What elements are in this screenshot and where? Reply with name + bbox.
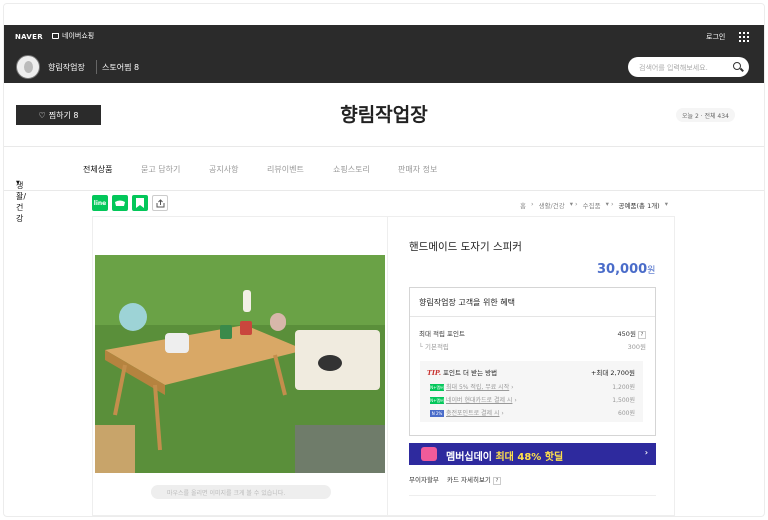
login-link[interactable]: 로그인 — [706, 32, 725, 42]
bookmark-icon[interactable] — [132, 195, 148, 211]
shopping-bag-icon — [52, 33, 59, 39]
share-icon[interactable] — [152, 195, 168, 211]
menu-item-seller-info[interactable]: 판매자 정보 — [398, 164, 437, 175]
tip-item[interactable]: N+멤버십네이버 현대카드로 결제 시 › 1,500원 — [430, 395, 635, 410]
zzim-button[interactable]: ♡ 찜하기 8 — [16, 105, 101, 125]
zzim-button-label: 찜하기 8 — [48, 110, 79, 120]
product-card: 마우스를 올리면 이미지를 크게 볼 수 있습니다. 핸드메이드 도자기 스피커… — [92, 216, 675, 516]
share-tools: line — [92, 195, 168, 211]
help-icon: ? — [493, 477, 501, 485]
chevron-down-icon: ▼ — [16, 180, 20, 186]
divider — [96, 60, 97, 74]
heart-plus-icon: ♡ — [38, 110, 46, 120]
gift-icon — [421, 447, 437, 461]
help-icon[interactable]: ? — [638, 331, 646, 339]
menu-item-qna[interactable]: 묻고 답하기 — [141, 164, 180, 175]
chevron-right-icon: › — [644, 448, 648, 457]
global-nav: NAVER 네이버쇼핑 로그인 향림작업장 스토어찜 8 검색어를 입력해보세요… — [4, 25, 764, 83]
badge-icon: N+멤버십 — [430, 384, 444, 397]
apps-grid-icon[interactable] — [739, 32, 749, 42]
naver-logo[interactable]: NAVER — [15, 33, 43, 41]
menu-item-all-products[interactable]: 전체상품 — [83, 164, 112, 175]
line-share-icon[interactable]: line — [92, 195, 108, 211]
benefit-title: 향림작업장 고객을 위한 혜택 — [419, 298, 515, 307]
menu-item-review-event[interactable]: 리뷰이벤트 — [267, 164, 304, 175]
divider — [4, 190, 764, 191]
tip-heading: TIP. 포인트 더 받는 방법 — [427, 369, 498, 377]
menu-item-notice[interactable]: 공지사항 — [209, 164, 238, 175]
product-title: 핸드메이드 도자기 스피커 — [409, 241, 522, 253]
breadcrumb-crafts[interactable]: 공예품(총 1개) — [619, 200, 660, 210]
divider — [387, 217, 388, 516]
store-page: NAVER 네이버쇼핑 로그인 향림작업장 스토어찜 8 검색어를 입력해보세요… — [3, 3, 765, 517]
benefit-box: 향림작업장 고객을 위한 혜택 최대 적립 포인트 450원 ? └ 기본적립 … — [409, 287, 656, 436]
top-strip — [4, 4, 764, 24]
card-detail-link[interactable]: 카드 자세히보기 ? — [447, 476, 501, 485]
breadcrumb-home[interactable]: 홈 — [520, 200, 526, 210]
badge-icon: N 2% — [430, 410, 444, 417]
search-placeholder: 검색어를 입력해보세요. — [639, 64, 708, 72]
menu-item-shopping-story[interactable]: 쇼핑스토리 — [333, 164, 370, 175]
shopping-label: 네이버쇼핑 — [62, 32, 95, 40]
kakao-share-icon[interactable] — [112, 195, 128, 211]
menu-label: 생활/건강 — [16, 181, 27, 223]
tip-box: TIP. 포인트 더 받는 방법 +최대 2,700원 N+멤버십최대 5% 적… — [420, 361, 643, 422]
product-photo[interactable] — [95, 255, 385, 473]
photo-zoom-hint: 마우스를 올리면 이미지를 크게 볼 수 있습니다. — [151, 485, 331, 499]
breadcrumb: 홈 › 생활/건강 ▾ › 수집품 ▾ › 공예품(총 1개) ▾ — [520, 200, 668, 210]
tip-max: +최대 2,700원 — [590, 369, 635, 377]
store-header: 향림작업장 ♡ 찜하기 8 오늘 2 · 전체 434 — [4, 84, 764, 146]
store-title[interactable]: 향림작업장 — [4, 100, 764, 127]
divider — [4, 146, 764, 147]
breadcrumb-collectibles[interactable]: 수집품 — [583, 200, 601, 210]
tip-item[interactable]: N 2% 충전포인트로 결제 시 › 600원 — [430, 408, 635, 417]
store-name[interactable]: 향림작업장 — [48, 62, 85, 73]
store-avatar[interactable] — [16, 55, 40, 79]
basic-point-row: └ 기본적립 300원 — [419, 343, 646, 351]
naver-shopping-link[interactable]: 네이버쇼핑 — [52, 31, 94, 41]
visitor-count: 오늘 2 · 전체 434 — [676, 108, 735, 122]
search-input[interactable]: 검색어를 입력해보세요. — [628, 57, 749, 77]
product-price: 30,000원 — [597, 262, 656, 277]
max-point-row: 최대 적립 포인트 450원 ? — [419, 328, 646, 339]
installment-row: 무이자할부 카드 자세히보기 ? — [409, 474, 501, 485]
tip-item[interactable]: N+멤버십최대 5% 적립, 무료 시작 › 1,200원 — [430, 382, 635, 397]
badge-icon: N+멤버십 — [430, 397, 444, 410]
search-icon[interactable] — [733, 62, 741, 70]
breadcrumb-living-health[interactable]: 생활/건강 — [539, 200, 565, 210]
store-zzim-count[interactable]: 스토어찜 8 — [102, 62, 139, 73]
category-menu: 생활/건강 ▼ 전체상품 묻고 답하기 공지사항 리뷰이벤트 쇼핑스토리 판매자… — [4, 148, 764, 223]
membership-banner[interactable]: 멤버십데이 최대 48% 핫딜 › — [409, 443, 656, 465]
